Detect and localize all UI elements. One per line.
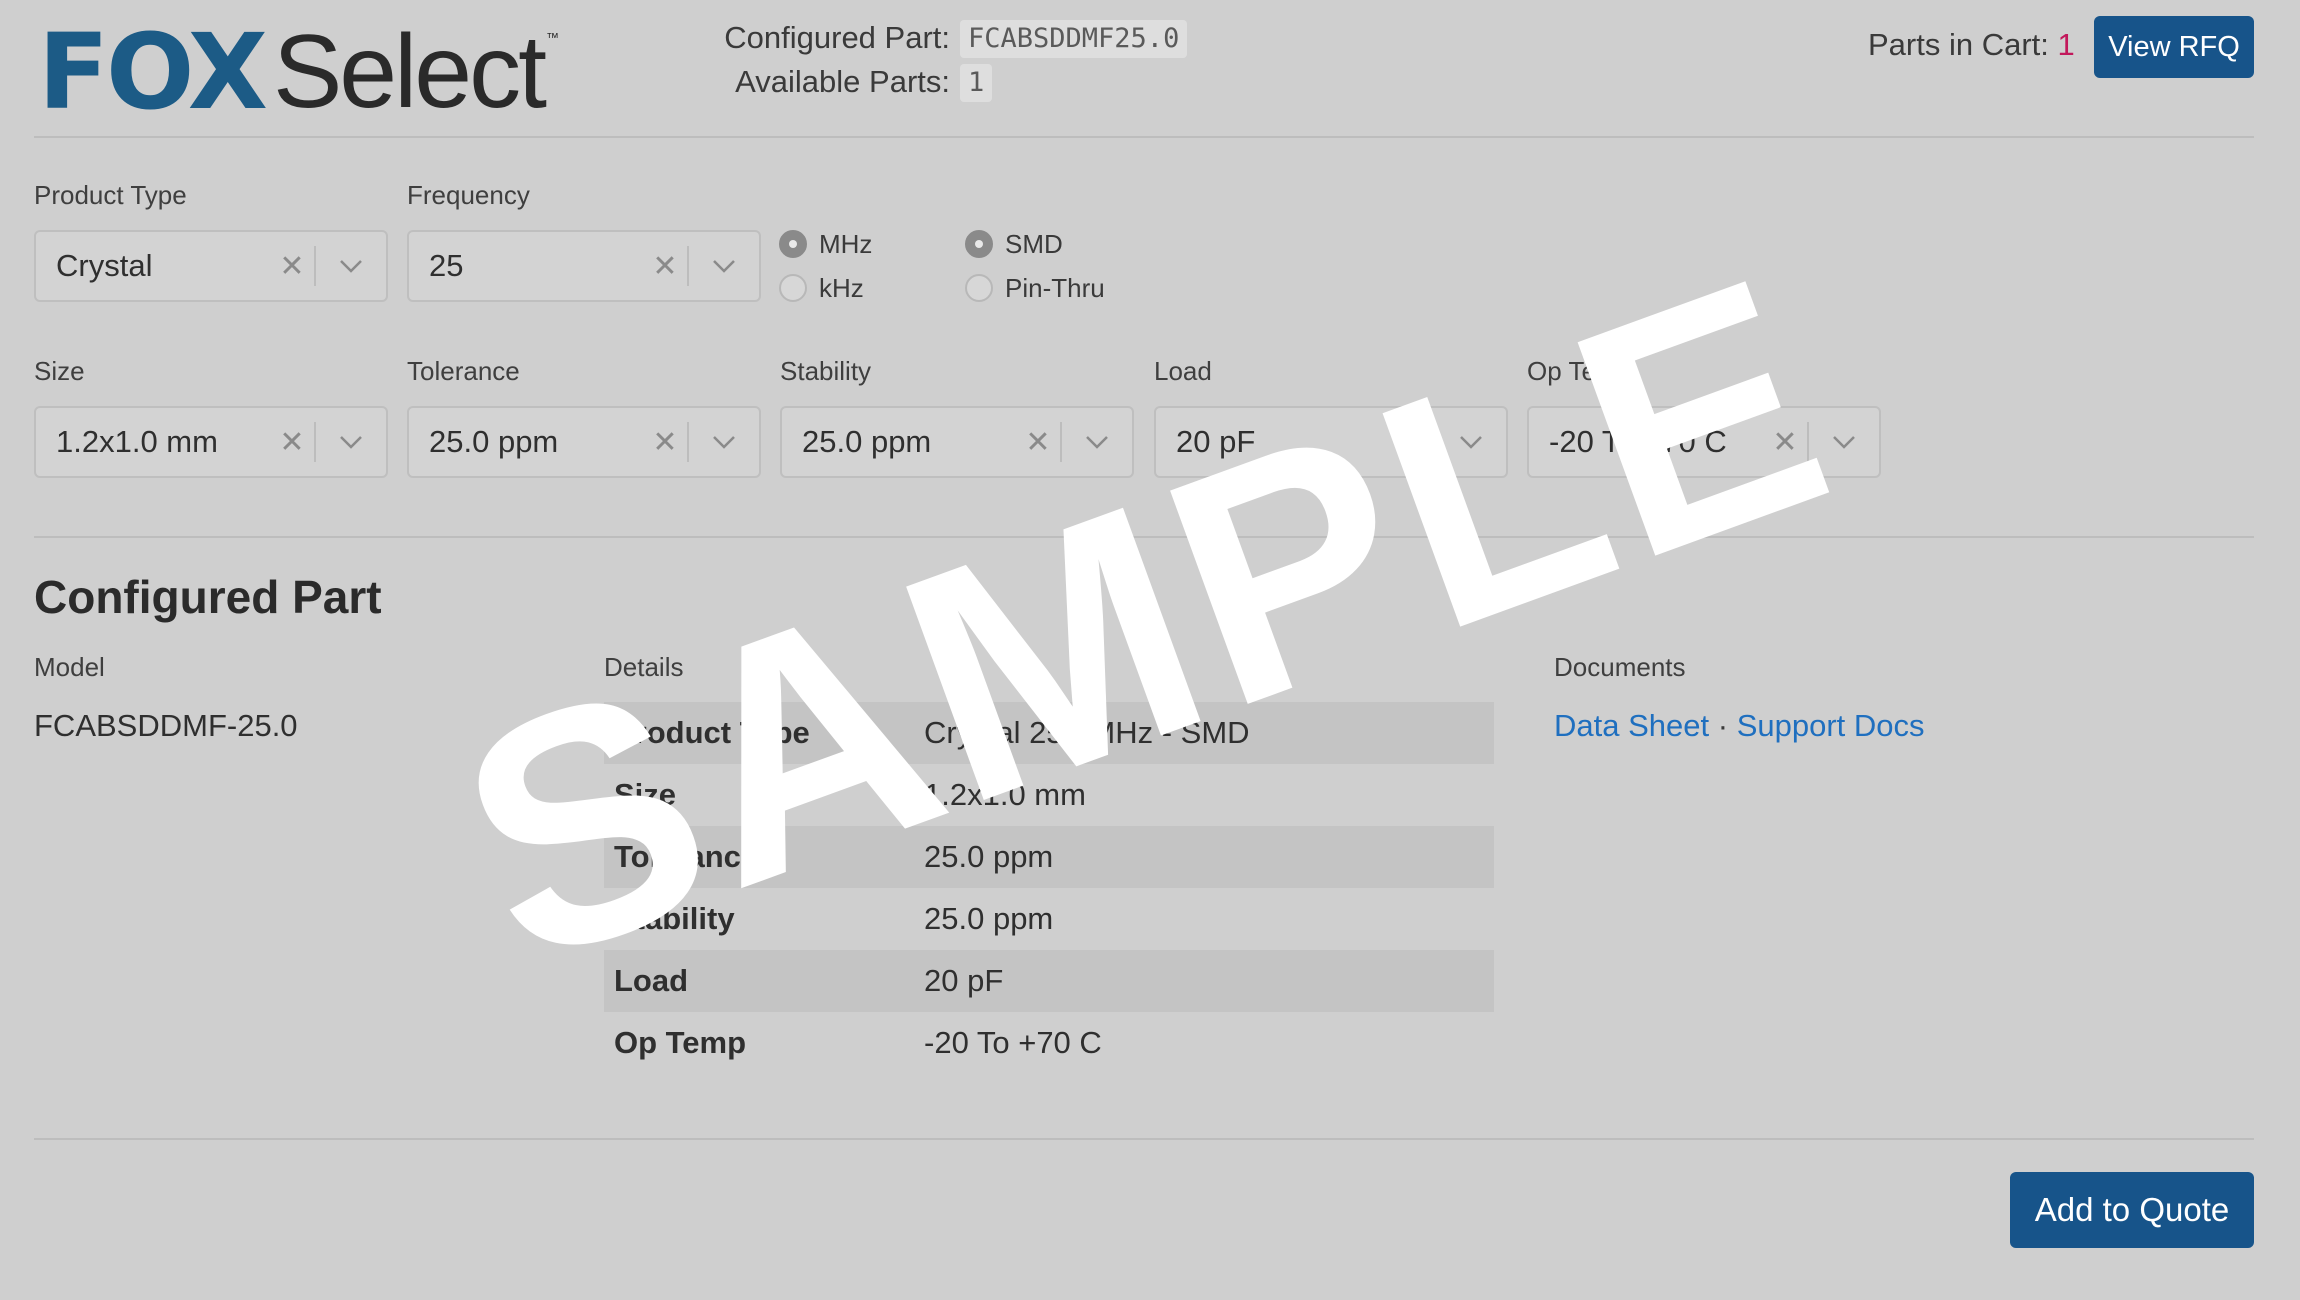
header-divider <box>34 136 2254 138</box>
stability-value: 25.0 ppm <box>802 424 932 459</box>
frequency-unit-radio-group: MHz kHz <box>779 226 872 306</box>
radio-khz[interactable]: kHz <box>779 270 872 306</box>
radio-mhz-label: MHz <box>819 228 873 259</box>
detail-key: Op Temp <box>614 1025 747 1060</box>
stability-select[interactable]: 25.0 ppm ✕ <box>780 406 1134 478</box>
load-value: 20 pF <box>1176 424 1256 459</box>
radio-pin-thru-label: Pin-Thru <box>1005 272 1105 303</box>
tolerance-select[interactable]: 25.0 ppm ✕ <box>407 406 761 478</box>
detail-key: Product Type <box>614 715 810 750</box>
radio-smd-button[interactable] <box>965 230 993 258</box>
table-row: Size 1.2x1.0 mm <box>604 764 1494 826</box>
details-table: Product Type Crystal 25.0MHz - SMD Size … <box>604 702 1494 1074</box>
configured-part-label: Configured Part: <box>724 20 950 55</box>
logo-select-text: Select <box>272 14 547 130</box>
radio-pin-thru[interactable]: Pin-Thru <box>965 270 1105 306</box>
radio-smd-label: SMD <box>1005 228 1063 259</box>
table-row: Load 20 pF <box>604 950 1494 1012</box>
product-type-value: Crystal <box>56 248 153 283</box>
detail-key: Stability <box>614 901 735 936</box>
chevron-down-icon[interactable] <box>316 259 386 273</box>
filters-divider <box>34 536 2254 538</box>
radio-khz-label: kHz <box>819 272 864 303</box>
product-type-select[interactable]: Crystal ✕ <box>34 230 388 302</box>
chevron-down-icon[interactable] <box>689 259 759 273</box>
load-select[interactable]: 20 pF ✕ <box>1154 406 1508 478</box>
details-label: Details <box>604 652 684 682</box>
detail-key: Size <box>614 777 677 812</box>
detail-key: Load <box>614 963 689 998</box>
logo-fox-text: FOX <box>38 11 268 133</box>
table-row: Tolerance 25.0 ppm <box>604 826 1494 888</box>
footer-divider <box>34 1138 2254 1140</box>
detail-value: 1.2x1.0 mm <box>924 777 1086 812</box>
radio-smd[interactable]: SMD <box>965 226 1105 262</box>
model-value: FCABSDDMF-25.0 <box>34 708 298 743</box>
parts-in-cart: Parts in Cart: 1 <box>1868 27 2075 63</box>
frequency-select[interactable]: 25 ✕ <box>407 230 761 302</box>
product-type-label: Product Type <box>34 180 187 210</box>
available-parts-label: Available Parts: <box>735 64 950 99</box>
view-rfq-button[interactable]: View RFQ <box>2094 16 2254 78</box>
trademark-symbol: ™ <box>545 30 559 45</box>
chevron-down-icon[interactable] <box>1062 435 1132 449</box>
data-sheet-link[interactable]: Data Sheet <box>1554 708 1709 743</box>
mount-type-radio-group: SMD Pin-Thru <box>965 226 1105 306</box>
frequency-label: Frequency <box>407 180 530 210</box>
size-value: 1.2x1.0 mm <box>56 424 218 459</box>
table-row: Stability 25.0 ppm <box>604 888 1494 950</box>
radio-mhz[interactable]: MHz <box>779 226 872 262</box>
radio-pin-thru-button[interactable] <box>965 274 993 302</box>
detail-value: 25.0 ppm <box>924 901 1054 936</box>
close-icon[interactable]: ✕ <box>1763 425 1807 460</box>
size-select[interactable]: 1.2x1.0 mm ✕ <box>34 406 388 478</box>
doc-link-separator: · <box>1717 708 1729 743</box>
close-icon[interactable]: ✕ <box>1016 425 1060 460</box>
radio-mhz-button[interactable] <box>779 230 807 258</box>
size-label: Size <box>34 356 85 386</box>
sample-watermark: SAMPLE <box>0 0 2300 1300</box>
detail-value: Crystal 25.0MHz - SMD <box>924 715 1250 750</box>
table-row: Product Type Crystal 25.0MHz - SMD <box>604 702 1494 764</box>
cart-count: 1 <box>2057 27 2075 62</box>
chevron-down-icon[interactable] <box>1809 435 1879 449</box>
detail-value: -20 To +70 C <box>924 1025 1102 1060</box>
close-icon[interactable]: ✕ <box>270 249 314 284</box>
frequency-value: 25 <box>429 248 464 283</box>
op-temp-select[interactable]: -20 To +70 C ✕ <box>1527 406 1881 478</box>
chevron-down-icon[interactable] <box>316 435 386 449</box>
detail-key: Tolerance <box>614 839 759 874</box>
support-docs-link[interactable]: Support Docs <box>1737 708 1925 743</box>
configured-part-heading: Configured Part <box>34 571 382 623</box>
detail-value: 20 pF <box>924 963 1004 998</box>
fox-select-logo[interactable]: FOX Select ™ <box>38 11 559 133</box>
documents-label: Documents <box>1554 652 1686 682</box>
close-icon[interactable]: ✕ <box>643 425 687 460</box>
tolerance-label: Tolerance <box>407 356 520 386</box>
available-parts-count: 1 <box>960 64 993 102</box>
parts-in-cart-label: Parts in Cart: <box>1868 27 2049 62</box>
table-row: Op Temp -20 To +70 C <box>604 1012 1494 1074</box>
add-to-quote-button[interactable]: Add to Quote <box>2010 1172 2254 1248</box>
model-label: Model <box>34 652 105 682</box>
op-temp-value: -20 To +70 C <box>1549 424 1727 459</box>
tolerance-value: 25.0 ppm <box>429 424 559 459</box>
load-label: Load <box>1154 356 1212 386</box>
configured-part-code: FCABSDDMF25.0 <box>960 20 1188 58</box>
stability-label: Stability <box>780 356 872 386</box>
op-temp-label: Op Temp <box>1527 356 1633 386</box>
chevron-down-icon[interactable] <box>689 435 759 449</box>
close-icon[interactable]: ✕ <box>1390 425 1434 460</box>
chevron-down-icon[interactable] <box>1436 435 1506 449</box>
detail-value: 25.0 ppm <box>924 839 1054 874</box>
close-icon[interactable]: ✕ <box>270 425 314 460</box>
document-links: Data Sheet · Support Docs <box>1554 708 1925 744</box>
close-icon[interactable]: ✕ <box>643 249 687 284</box>
radio-khz-button[interactable] <box>779 274 807 302</box>
